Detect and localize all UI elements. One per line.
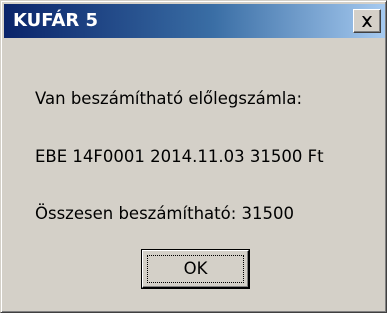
message-line-1: Van beszámítható előlegszámla: xyxy=(35,89,303,108)
ok-button[interactable]: OK xyxy=(142,250,249,288)
message-dialog: KUFÁR 5 Van beszámítható előlegszámla: E… xyxy=(0,0,387,313)
title-bar[interactable]: KUFÁR 5 xyxy=(4,4,385,38)
focus-rectangle: OK xyxy=(147,255,244,283)
message-line-2: EBE 14F0001 2014.11.03 31500 Ft xyxy=(35,147,324,166)
close-icon xyxy=(361,15,373,27)
window-title: KUFÁR 5 xyxy=(13,10,99,31)
ok-button-label: OK xyxy=(183,259,208,278)
close-button[interactable] xyxy=(353,9,381,33)
message-line-3: Összesen beszámítható: 31500 xyxy=(35,204,294,223)
